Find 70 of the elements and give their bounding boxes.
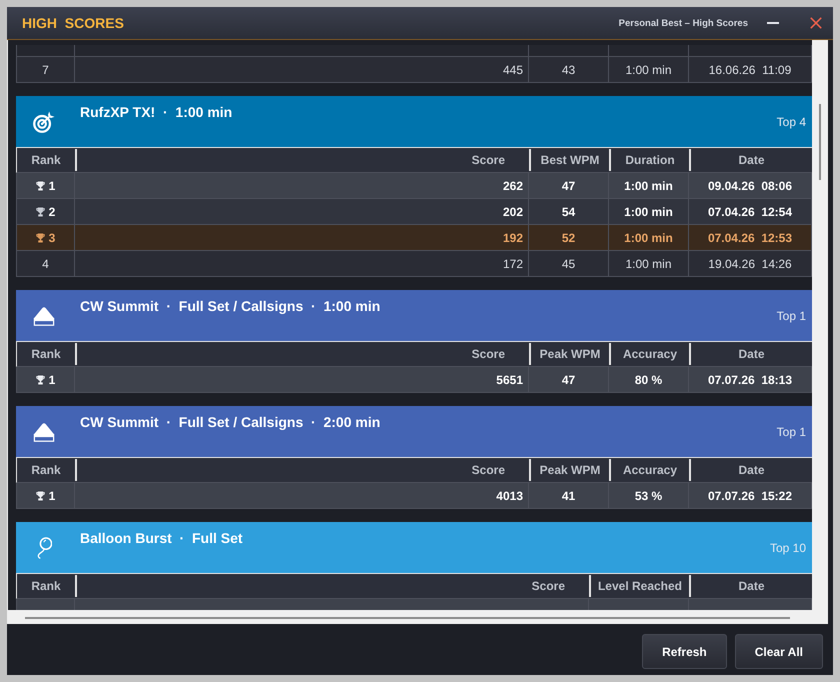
column-header: Rank	[30, 346, 62, 363]
table-cell: 1:00 min	[609, 199, 689, 224]
table-cell: 52	[529, 225, 609, 250]
column-header: Duration	[609, 149, 689, 171]
trophy-icon	[36, 374, 45, 384]
top-count: Top 1	[776, 308, 806, 322]
column-header: Rank	[30, 578, 62, 595]
section-title: RufzXP TX! · 1:00 min	[80, 104, 232, 120]
trophy-icon	[36, 206, 45, 216]
window-title: HIGH SCORES	[22, 15, 124, 31]
trophy-icon	[36, 180, 45, 190]
top-count: Top 4	[776, 114, 806, 128]
trophy-icon	[36, 490, 45, 500]
table-cell: 47	[529, 367, 609, 392]
target-icon	[33, 110, 55, 132]
section-title: CW Summit · Full Set / Callsigns · 1:00 min	[80, 298, 380, 314]
table-cell: 1:00 min	[609, 251, 689, 276]
close-icon[interactable]	[810, 17, 822, 29]
table-cell: 192	[75, 225, 529, 250]
trophy-icon	[36, 232, 45, 242]
column-header: Accuracy	[609, 459, 689, 481]
rank-number: 7	[42, 62, 49, 76]
table-cell: 1:00 min	[609, 173, 689, 198]
column-header: Peak WPM	[529, 343, 609, 365]
section-title: Balloon Burst · Full Set	[80, 530, 243, 546]
dome-icon	[33, 306, 55, 326]
column-header: Accuracy	[609, 343, 689, 365]
table-cell: 172	[75, 251, 529, 276]
column-header: Score	[75, 575, 589, 597]
scrollbar-thumb[interactable]	[25, 617, 790, 619]
table-cell: 54	[529, 199, 609, 224]
table-cell: 5651	[75, 367, 529, 392]
table-cell: 4013	[75, 483, 529, 508]
column-header: Score	[75, 149, 529, 171]
column-header: Best WPM	[529, 149, 609, 171]
table-cell: 41	[529, 483, 609, 508]
scrollbar-thumb[interactable]	[819, 104, 821, 180]
horizontal-scrollbar[interactable]	[8, 610, 828, 624]
table-cell: 80 %	[609, 367, 689, 392]
rank-number: 1	[48, 488, 56, 502]
table-cell: 47	[529, 173, 609, 198]
table-cell: 43	[529, 57, 609, 82]
table-cell: 1:00 min	[609, 225, 689, 250]
section-title: CW Summit · Full Set / Callsigns · 2:00 min	[80, 414, 380, 430]
table-cell: 45	[529, 251, 609, 276]
dome-icon	[33, 422, 55, 442]
column-header: Rank	[30, 462, 62, 479]
rank-number: 1	[48, 178, 56, 192]
rank-number: 4	[42, 256, 49, 270]
column-header: Peak WPM	[529, 459, 609, 481]
top-count: Top 10	[770, 540, 806, 554]
table-cell: 445	[75, 57, 529, 82]
column-header: Rank	[30, 152, 62, 169]
window-subtitle: Personal Best – High Scores	[618, 18, 748, 28]
top-count: Top 1	[776, 424, 806, 438]
column-header: Score	[75, 343, 529, 365]
table-cell: 1:00 min	[609, 57, 689, 82]
rank-number: 2	[48, 204, 56, 218]
rank-number: 1	[48, 372, 56, 386]
dialog-button[interactable]: Clear All	[734, 634, 823, 669]
minimize-icon[interactable]	[767, 22, 779, 24]
dialog-button[interactable]: Refresh	[642, 634, 727, 669]
column-header: Level Reached	[589, 575, 689, 597]
table-cell: 202	[75, 199, 529, 224]
table-cell: 262	[75, 173, 529, 198]
vertical-scrollbar[interactable]	[812, 40, 828, 610]
column-header: Score	[75, 459, 529, 481]
table-cell: 53 %	[609, 483, 689, 508]
balloon-icon	[36, 536, 52, 558]
rank-number: 3	[48, 230, 56, 244]
